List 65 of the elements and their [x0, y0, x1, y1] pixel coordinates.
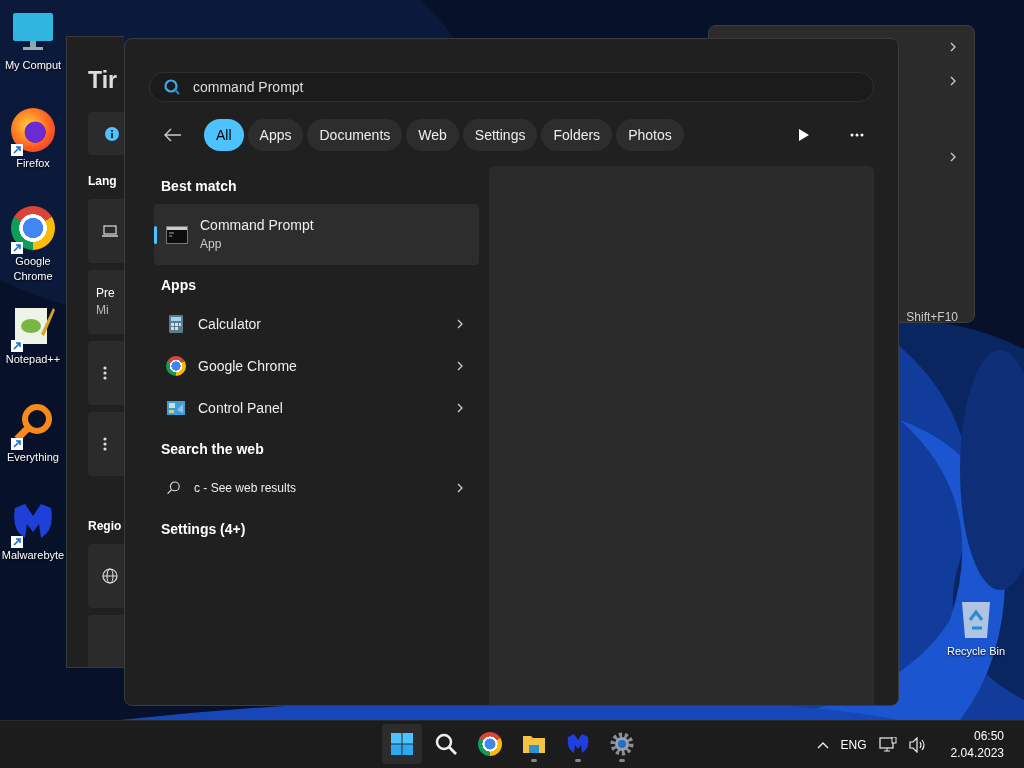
desktop-icon-label[interactable]: Recycle Bin: [939, 644, 1013, 659]
settings-card[interactable]: [88, 199, 124, 263]
section-heading: Apps: [160, 276, 197, 295]
terminal-icon: [166, 225, 188, 244]
desktop-icon-label[interactable]: My Comput: [0, 58, 70, 73]
result-item[interactable]: Control Panel: [154, 387, 479, 429]
gear-icon: [610, 732, 634, 756]
shortcut-text: Shift+F10: [906, 310, 958, 324]
filter-tab[interactable]: Documents: [307, 119, 403, 151]
filter-tab[interactable]: Folders: [541, 119, 613, 151]
back-arrow-icon[interactable]: [164, 128, 182, 142]
drag-handle-icon: [102, 436, 108, 452]
desktop-icon-label[interactable]: Malwarebyte: [0, 548, 70, 563]
network-icon[interactable]: [878, 736, 897, 753]
desktop-icon-label[interactable]: Firefox: [0, 156, 70, 171]
taskbar-button[interactable]: [382, 724, 422, 764]
desktop-icon-label[interactable]: Everything: [0, 450, 70, 465]
more-icon[interactable]: [850, 133, 864, 137]
chevron-right-icon: [455, 483, 465, 493]
filter-tab[interactable]: Settings: [462, 119, 538, 151]
chrome-icon: [478, 732, 502, 756]
card-subtitle: Mi: [96, 302, 109, 319]
start-icon: [390, 732, 414, 756]
chevron-right-icon: [455, 319, 465, 329]
play-icon[interactable]: [798, 128, 810, 142]
search-icon: [166, 480, 182, 496]
result-item[interactable]: Command Prompt App: [154, 204, 479, 265]
calculator-icon: [166, 314, 186, 334]
chevron-right-icon: [455, 361, 465, 371]
desktop-icon-label[interactable]: Google Chrome: [0, 254, 70, 284]
chrome-icon: [166, 356, 186, 376]
chevron-right-icon: [455, 403, 465, 413]
settings-card[interactable]: Pre Mi: [88, 270, 124, 334]
language-indicator[interactable]: ENG: [840, 737, 867, 752]
settings-card[interactable]: [88, 544, 124, 608]
section-heading: Best match: [160, 177, 238, 196]
result-item[interactable]: c - See web results: [154, 467, 479, 509]
section-heading: Regio: [88, 519, 123, 533]
result-item[interactable]: Google Chrome: [154, 345, 479, 387]
card-title: Pre: [96, 285, 115, 302]
laptop-icon: [102, 223, 118, 239]
chevron-right-icon: [948, 42, 958, 52]
malwarebytes-icon: [566, 732, 590, 756]
clock-time[interactable]: 06:50: [973, 727, 1004, 745]
chevron-up-icon[interactable]: [816, 740, 829, 749]
search-field[interactable]: command Prompt: [149, 72, 874, 102]
chevron-right-icon: [948, 76, 958, 86]
filter-tab[interactable]: Web: [406, 119, 459, 151]
filter-tab[interactable]: Photos: [616, 119, 684, 151]
filter-tab[interactable]: All: [204, 119, 244, 151]
chevron-right-icon: [948, 152, 958, 162]
info-icon: [104, 125, 120, 142]
globe-icon: [102, 568, 118, 584]
section-heading: Search the web: [160, 440, 265, 459]
section-heading: Settings (4+): [160, 520, 247, 539]
search-icon: [434, 732, 458, 756]
filter-tab[interactable]: Apps: [247, 119, 304, 151]
control-panel-icon: [166, 398, 186, 418]
window-title: Tir: [88, 67, 118, 94]
clock-date[interactable]: 2.04.2023: [950, 744, 1004, 762]
section-heading: Lang: [88, 174, 118, 188]
desktop-icon-label[interactable]: Notepad++: [0, 352, 70, 367]
result-item[interactable]: Calculator: [154, 303, 479, 345]
volume-icon[interactable]: [908, 736, 927, 753]
drag-handle-icon: [102, 365, 108, 381]
